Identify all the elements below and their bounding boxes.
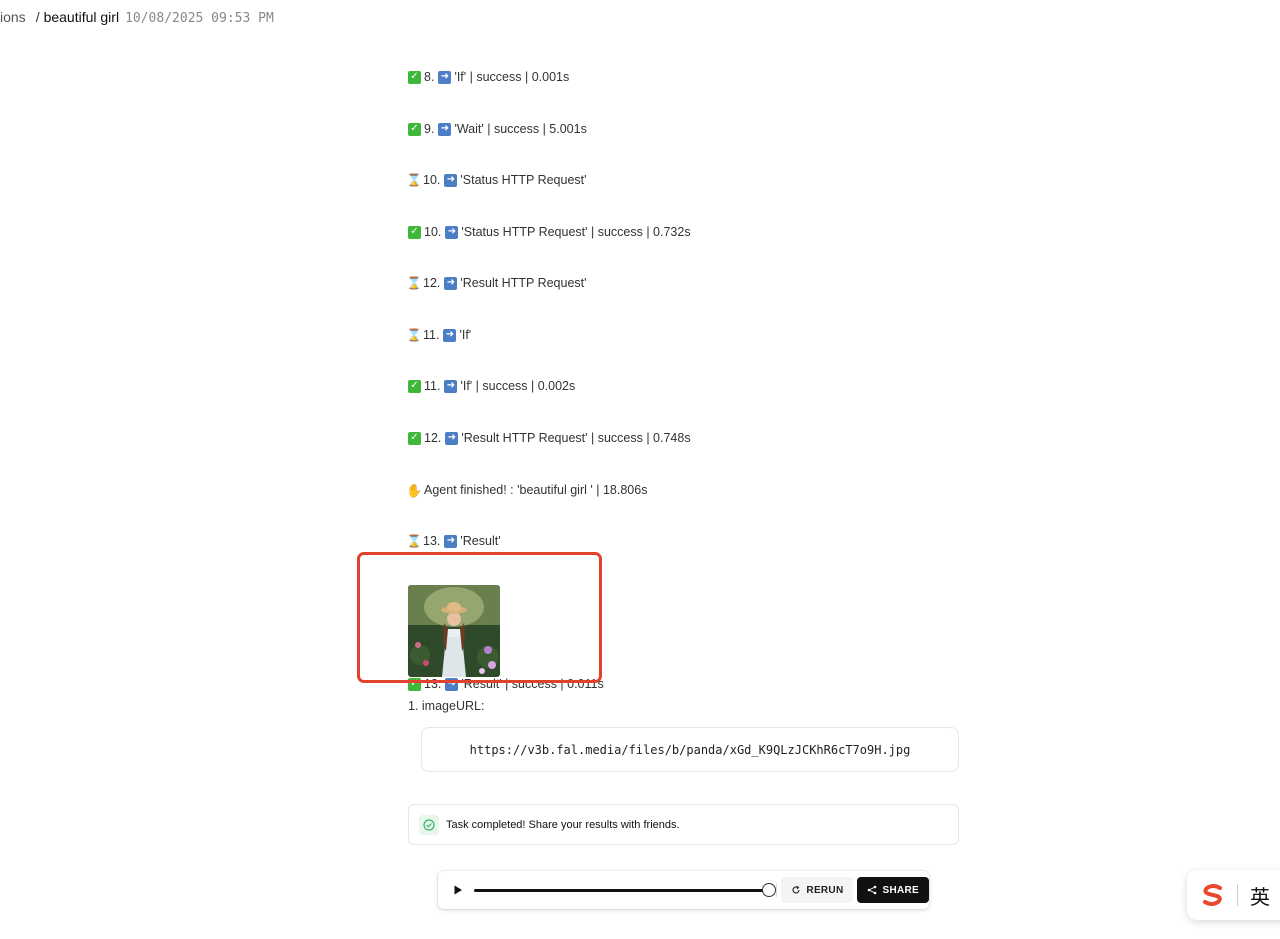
log-line: ⌛ 12. ➜ 'Result HTTP Request' [406,274,587,292]
hourglass-icon: ⌛ [406,173,422,187]
breadcrumb-separator: / [35,9,40,25]
replay-player: RERUN SHARE [438,871,929,909]
log-step: 8. [424,70,435,84]
log-text: 'Status HTTP Request' [460,173,587,187]
check-icon: ✓ [408,677,421,691]
log-step: 13. [423,534,441,548]
log-step: 11. [423,328,440,342]
check-icon: ✓ [408,225,421,239]
log-step: 9. [424,122,435,136]
log-step: 10. [424,225,442,239]
slider-handle[interactable] [762,882,777,897]
arrow-right-icon: ➜ [444,379,458,393]
refresh-icon [792,885,800,894]
task-complete-toast: Task completed! Share your results with … [408,804,959,845]
breadcrumb-parent-link[interactable]: ions [0,9,26,25]
log-line: ✓ 9. ➜ 'Wait' | success | 5.001s [408,120,587,138]
log-line: ⌛ 10. ➜ 'Status HTTP Request' [406,171,587,189]
wave-hand-icon: ✋ [406,482,423,498]
ime-toolbar[interactable]: 英 [1187,870,1280,920]
hourglass-icon: ⌛ [406,276,422,290]
log-text: 'Result' [460,534,501,548]
image-url-box[interactable]: https://v3b.fal.media/files/b/panda/xGd_… [421,727,959,772]
play-button[interactable] [450,882,466,898]
arrow-right-icon: ➜ [444,534,458,548]
breadcrumb: ions / beautiful girl 10/08/2025 09:53 P… [0,9,274,27]
toolbar-divider [776,883,778,897]
check-circle-icon [419,814,439,835]
page-title: beautiful girl [43,9,120,25]
progress-slider[interactable] [473,882,777,897]
check-icon: ✓ [408,431,421,445]
log-step: 10. [423,173,441,187]
share-label: SHARE [882,884,919,896]
result-image[interactable] [408,585,500,677]
image-url-label: 1. imageURL: [408,699,485,713]
image-url-text[interactable]: https://v3b.fal.media/files/b/panda/xGd_… [470,743,911,757]
arrow-right-icon: ➜ [443,328,457,342]
log-step: 12. [423,276,441,290]
share-button[interactable]: SHARE [857,877,929,903]
run-timestamp: 10/08/2025 09:53 PM [125,11,274,26]
ime-logo-icon [1203,884,1222,906]
ime-divider [1237,884,1238,906]
hourglass-icon: ⌛ [406,534,422,548]
arrow-right-icon: ➜ [445,431,459,445]
log-text: 'If' [459,328,472,342]
log-text: 'If' | success | 0.001s [454,70,570,84]
log-text: 'Wait' | success | 5.001s [454,122,587,136]
log-line: ✓ 11. ➜ 'If' | success | 0.002s [408,377,575,395]
play-icon [454,885,462,895]
log-text: 'Result HTTP Request' | success | 0.748s [461,431,691,445]
log-text: 'Result HTTP Request' [460,276,587,290]
log-text: 'Result' | success | 0.011s [461,677,604,691]
log-line: ✓ 8. ➜ 'If' | success | 0.001s [408,68,569,86]
arrow-right-icon: ➜ [444,276,458,290]
log-step: 13. [424,677,442,691]
log-step: 12. [424,431,442,445]
arrow-right-icon: ➜ [438,70,452,84]
check-icon: ✓ [408,379,421,393]
rerun-button[interactable]: RERUN [781,877,854,903]
toast-message: Task completed! Share your results with … [446,818,680,831]
log-text: 'Status HTTP Request' | success | 0.732s [461,225,691,239]
arrow-right-icon: ➜ [444,173,458,187]
log-step: 11. [424,379,441,393]
log-line: ✋ Agent finished! : 'beautiful girl ' | … [406,481,648,499]
log-line: ✓ 13. ➜ 'Result' | success | 0.011s [408,675,604,693]
ime-language-toggle[interactable]: 英 [1250,881,1270,910]
log-text: Agent finished! : 'beautiful girl ' | 18… [424,483,648,497]
log-line: ⌛ 11. ➜ 'If' [406,326,472,344]
arrow-right-icon: ➜ [438,122,452,136]
hourglass-icon: ⌛ [406,328,422,342]
log-line: ✓ 12. ➜ 'Result HTTP Request' | success … [408,429,691,447]
check-icon: ✓ [408,70,421,84]
log-line: ⌛ 13. ➜ 'Result' [406,532,501,550]
share-icon [868,885,877,895]
check-icon: ✓ [408,122,421,136]
rerun-label: RERUN [806,884,844,896]
log-line: ✓ 10. ➜ 'Status HTTP Request' | success … [408,223,691,241]
log-text: 'If' | success | 0.002s [460,379,576,393]
arrow-right-icon: ➜ [445,677,459,691]
arrow-right-icon: ➜ [445,225,459,239]
